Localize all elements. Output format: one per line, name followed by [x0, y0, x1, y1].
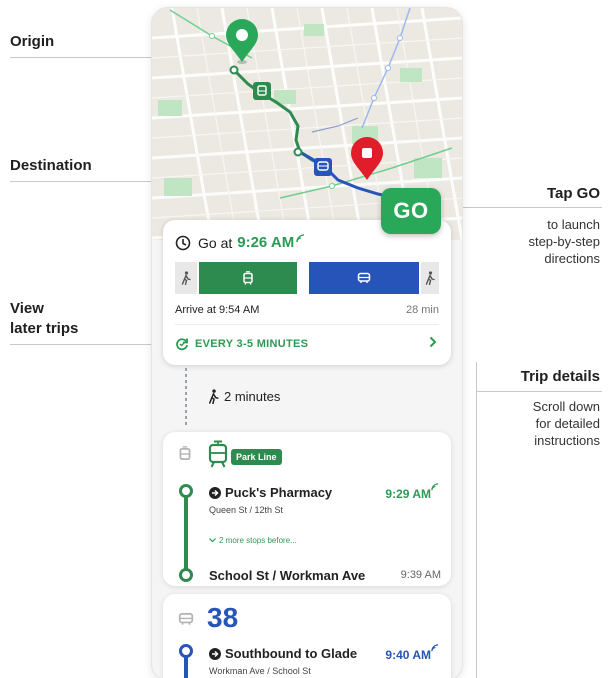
- boarding-stop-name: Puck's Pharmacy: [225, 485, 333, 500]
- bus-boarding-cross-streets: Workman Ave / School St: [209, 666, 311, 676]
- trip-details-callout-line: [476, 391, 602, 392]
- tram-leg-card[interactable]: Park Line Puck's Pharmacy Queen St / 12t…: [163, 432, 451, 586]
- leg-walk-end: [421, 262, 439, 294]
- tap-go-callout-text-3: directions: [544, 251, 600, 266]
- tram-icon: [208, 440, 228, 468]
- alighting-stop-name: School St / Workman Ave: [209, 568, 366, 583]
- bus-icon: [357, 272, 371, 283]
- map-tram-marker: [253, 82, 271, 100]
- bus-headsign[interactable]: Southbound to Glade: [209, 646, 357, 661]
- trip-details-callout-vline: [476, 362, 477, 678]
- tram-icon: [243, 271, 253, 285]
- tap-go-callout-text-1: to launch: [547, 217, 600, 232]
- more-stops-toggle[interactable]: 2 more stops before...: [209, 536, 297, 545]
- walk-segment: 2 minutes: [208, 389, 280, 404]
- view-later-callout-line1: View: [10, 300, 44, 317]
- trip-summary-card[interactable]: Go at 9:26 AM Arrive at 9:54 AM 28 min E…: [163, 220, 451, 365]
- card-divider: [175, 324, 439, 325]
- bus-boarding-stop-marker: [179, 644, 193, 658]
- trip-legs-bar: [175, 262, 439, 294]
- boarding-stop[interactable]: Puck's Pharmacy: [209, 485, 332, 500]
- chevron-right-icon[interactable]: [429, 336, 437, 348]
- arrow-right-circle-icon: [209, 647, 221, 660]
- trip-details-callout-title: Trip details: [520, 368, 600, 385]
- leg-tram: [199, 262, 297, 294]
- bus-boarding-time: 9:40 AM: [385, 648, 431, 662]
- chevron-down-icon: [209, 538, 216, 543]
- alighting-stop-marker: [179, 568, 193, 582]
- boarding-cross-streets: Queen St / 12th St: [209, 505, 284, 515]
- walk-duration: 2 minutes: [224, 389, 281, 404]
- walk-icon: [425, 271, 435, 285]
- bus-headsign-label: Southbound to Glade: [225, 646, 358, 661]
- trip-details-callout-text-1: Scroll down: [532, 399, 600, 414]
- view-later-callout-line: [10, 344, 168, 345]
- realtime-icon: [296, 234, 305, 243]
- walk-icon: [209, 389, 219, 404]
- tram-route-line: [184, 491, 188, 571]
- tap-go-callout-title: Tap GO: [546, 185, 600, 202]
- alighting-time: 9:39 AM: [400, 569, 441, 581]
- go-at-time: 9:26 AM: [237, 234, 295, 251]
- tram-icon: [179, 446, 191, 460]
- boarding-time: 9:29 AM: [385, 487, 431, 501]
- boarding-stop-marker: [179, 484, 193, 498]
- frequency-label: EVERY 3-5 MINUTES: [195, 338, 309, 350]
- origin-callout-title: Origin: [10, 33, 55, 50]
- realtime-icon: [431, 644, 439, 652]
- view-later-callout-line2: later trips: [10, 320, 79, 337]
- arrival-time: Arrive at 9:54 AM: [175, 304, 260, 316]
- bus-icon: [178, 613, 194, 625]
- alighting-stop[interactable]: School St / Workman Ave: [209, 568, 365, 583]
- arrow-right-circle-icon: [209, 486, 221, 499]
- go-at-label: Go at: [198, 234, 233, 251]
- trip-duration: 28 min: [405, 304, 439, 316]
- leg-walk-start: [175, 262, 197, 294]
- walk-icon: [181, 271, 191, 285]
- tap-go-callout-text-2: step-by-step: [528, 234, 600, 249]
- walk-path-dots: [185, 368, 187, 428]
- bus-route-number: 38: [207, 602, 239, 633]
- go-button[interactable]: GO: [381, 188, 441, 234]
- trip-details-callout-text-2: for detailed: [535, 416, 600, 431]
- realtime-icon: [431, 483, 439, 491]
- clock-icon: [175, 235, 191, 250]
- view-later-trips-row[interactable]: EVERY 3-5 MINUTES: [175, 337, 308, 351]
- map-bus-marker: [314, 158, 332, 176]
- refresh-icon: [176, 338, 188, 351]
- trip-details-callout-text-3: instructions: [534, 433, 600, 448]
- route-name-badge: Park Line: [231, 449, 282, 465]
- more-stops-label: 2 more stops before...: [219, 536, 297, 545]
- leg-bus: [309, 262, 419, 294]
- destination-callout-title: Destination: [10, 157, 92, 174]
- departure-row: Go at 9:26 AM: [175, 234, 305, 251]
- phone-screen: Go at 9:26 AM Arrive at 9:54 AM 28 min E…: [152, 8, 462, 678]
- bus-leg-card[interactable]: 38 Southbound to Glade Workman Ave / Sch…: [163, 594, 451, 678]
